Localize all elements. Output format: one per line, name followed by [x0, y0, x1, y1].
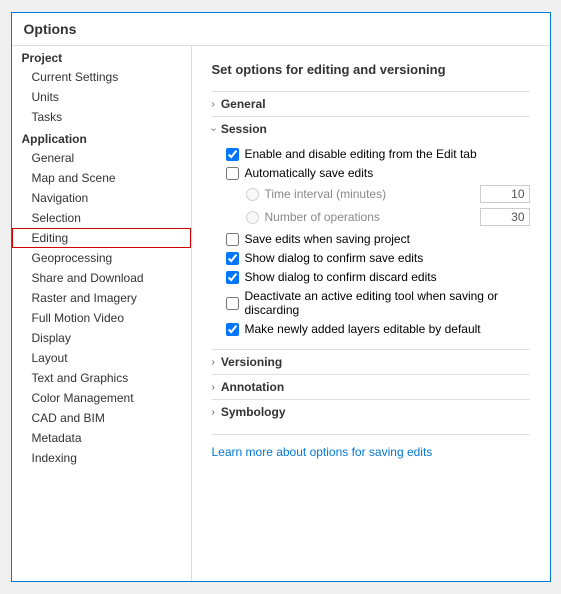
deactivate-tool-checkbox[interactable]: [226, 297, 239, 310]
save-edits-project-checkbox[interactable]: [226, 233, 239, 246]
sidebar-item-navigation[interactable]: Navigation: [12, 188, 191, 208]
sidebar-item-display[interactable]: Display: [12, 328, 191, 348]
sidebar-item-indexing[interactable]: Indexing: [12, 448, 191, 468]
sidebar-project-header: Project: [12, 46, 191, 67]
symbology-section-label: Symbology: [221, 405, 286, 419]
enable-disable-row: Enable and disable editing from the Edit…: [226, 147, 530, 161]
sidebar-item-metadata[interactable]: Metadata: [12, 428, 191, 448]
main-heading: Set options for editing and versioning: [212, 62, 530, 77]
annotation-chevron: ›: [212, 382, 215, 393]
general-chevron: ›: [212, 99, 215, 110]
deactivate-tool-row: Deactivate an active editing tool when s…: [226, 289, 530, 317]
confirm-save-checkbox[interactable]: [226, 252, 239, 265]
versioning-section-label: Versioning: [221, 355, 282, 369]
session-section-label: Session: [221, 122, 267, 136]
sidebar-item-current-settings[interactable]: Current Settings: [12, 67, 191, 87]
learn-more-link[interactable]: Learn more about options for saving edit…: [212, 434, 530, 459]
enable-disable-label: Enable and disable editing from the Edit…: [245, 147, 477, 161]
session-chevron: ›: [208, 127, 219, 130]
annotation-section-label: Annotation: [221, 380, 284, 394]
time-interval-label: Time interval (minutes): [265, 187, 480, 201]
editable-default-row: Make newly added layers editable by defa…: [226, 322, 530, 336]
time-interval-input[interactable]: [480, 185, 530, 203]
sidebar-item-cad-and-bim[interactable]: CAD and BIM: [12, 408, 191, 428]
sidebar-item-share-and-download[interactable]: Share and Download: [12, 268, 191, 288]
save-edits-project-label: Save edits when saving project: [245, 232, 410, 246]
sidebar-item-full-motion-video[interactable]: Full Motion Video: [12, 308, 191, 328]
general-section-header[interactable]: › General: [212, 91, 530, 116]
confirm-discard-label: Show dialog to confirm discard edits: [245, 270, 437, 284]
num-operations-label: Number of operations: [265, 210, 480, 224]
symbology-chevron: ›: [212, 407, 215, 418]
symbology-section-header[interactable]: › Symbology: [212, 399, 530, 424]
sidebar-item-units[interactable]: Units: [12, 87, 191, 107]
sidebar-item-tasks[interactable]: Tasks: [12, 107, 191, 127]
session-section-body: Enable and disable editing from the Edit…: [212, 141, 530, 349]
sidebar-application-header: Application: [12, 127, 191, 148]
options-dialog: Options Project Current Settings Units T…: [11, 12, 551, 582]
auto-save-row: Automatically save edits: [226, 166, 530, 180]
confirm-discard-row: Show dialog to confirm discard edits: [226, 270, 530, 284]
main-content: Set options for editing and versioning ›…: [192, 46, 550, 581]
confirm-discard-checkbox[interactable]: [226, 271, 239, 284]
sidebar-item-editing[interactable]: Editing: [12, 228, 191, 248]
sidebar-item-raster-and-imagery[interactable]: Raster and Imagery: [12, 288, 191, 308]
confirm-save-label: Show dialog to confirm save edits: [245, 251, 424, 265]
confirm-save-row: Show dialog to confirm save edits: [226, 251, 530, 265]
sidebar-item-general[interactable]: General: [12, 148, 191, 168]
sidebar-item-geoprocessing[interactable]: Geoprocessing: [12, 248, 191, 268]
dialog-title: Options: [12, 13, 550, 46]
auto-save-label: Automatically save edits: [245, 166, 374, 180]
general-section-label: General: [221, 97, 266, 111]
num-operations-radio[interactable]: [246, 211, 259, 224]
time-interval-radio[interactable]: [246, 188, 259, 201]
sidebar: Project Current Settings Units Tasks App…: [12, 46, 192, 581]
auto-save-checkbox[interactable]: [226, 167, 239, 180]
time-interval-row: Time interval (minutes): [226, 185, 530, 203]
session-section-header[interactable]: › Session: [212, 116, 530, 141]
dialog-body: Project Current Settings Units Tasks App…: [12, 46, 550, 581]
enable-disable-checkbox[interactable]: [226, 148, 239, 161]
sidebar-item-color-management[interactable]: Color Management: [12, 388, 191, 408]
annotation-section-header[interactable]: › Annotation: [212, 374, 530, 399]
num-operations-row: Number of operations: [226, 208, 530, 226]
sidebar-item-layout[interactable]: Layout: [12, 348, 191, 368]
versioning-section-header[interactable]: › Versioning: [212, 349, 530, 374]
deactivate-tool-label: Deactivate an active editing tool when s…: [245, 289, 530, 317]
versioning-chevron: ›: [212, 357, 215, 368]
num-operations-input[interactable]: [480, 208, 530, 226]
editable-default-label: Make newly added layers editable by defa…: [245, 322, 481, 336]
sidebar-item-text-and-graphics[interactable]: Text and Graphics: [12, 368, 191, 388]
sidebar-item-map-and-scene[interactable]: Map and Scene: [12, 168, 191, 188]
sidebar-item-selection[interactable]: Selection: [12, 208, 191, 228]
editable-default-checkbox[interactable]: [226, 323, 239, 336]
save-edits-project-row: Save edits when saving project: [226, 232, 530, 246]
